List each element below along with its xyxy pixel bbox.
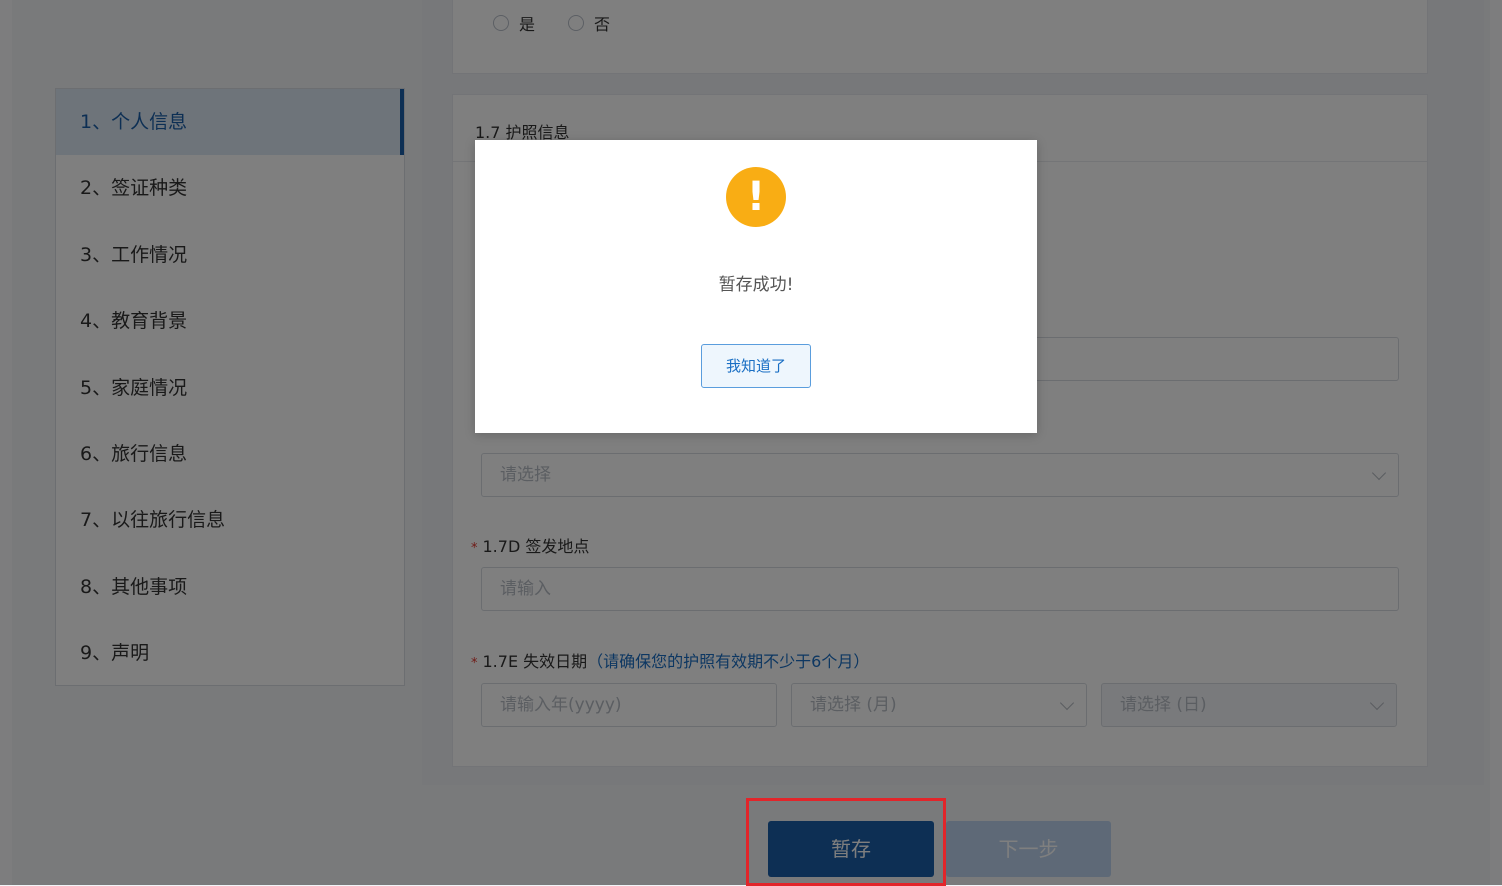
dialog-message: 暂存成功! bbox=[718, 275, 794, 295]
modal-backdrop[interactable] bbox=[0, 0, 1502, 885]
save-success-dialog: ! 暂存成功! 我知道了 bbox=[475, 140, 1037, 433]
warning-icon: ! bbox=[726, 167, 786, 227]
acknowledge-button[interactable]: 我知道了 bbox=[701, 344, 811, 388]
